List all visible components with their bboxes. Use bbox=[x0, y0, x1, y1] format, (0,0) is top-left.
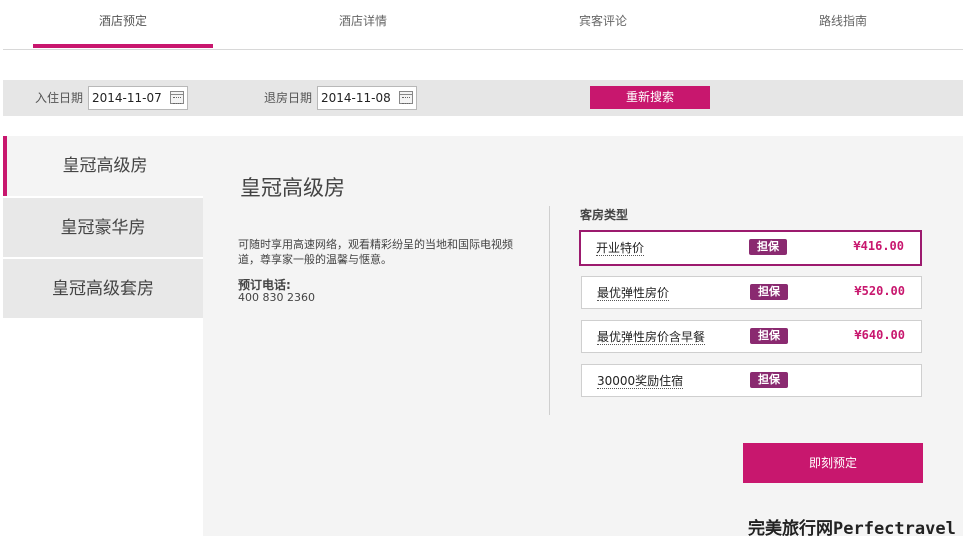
calendar-icon[interactable] bbox=[170, 91, 184, 104]
divider bbox=[549, 206, 550, 415]
rate-name[interactable]: 30000奖励住宿 bbox=[597, 374, 684, 389]
rate-option-reward-stay[interactable]: 30000奖励住宿 担保 bbox=[581, 364, 922, 397]
room-panel: 皇冠高级房 皇冠豪华房 皇冠高级套房 皇冠高级房 可随时享用高速网络，观看精彩纷… bbox=[3, 136, 963, 536]
rate-name[interactable]: 开业特价 bbox=[596, 241, 645, 256]
research-button[interactable]: 重新搜索 bbox=[590, 86, 710, 109]
guarantee-badge: 担保 bbox=[750, 328, 788, 344]
tab-hotel-booking[interactable]: 酒店预定 bbox=[33, 0, 213, 48]
checkout-label: 退房日期 bbox=[264, 91, 313, 105]
rate-name[interactable]: 最优弹性房价 bbox=[597, 286, 670, 301]
date-search-bar: 入住日期 2014-11-07 退房日期 2014-11-08 重新搜索 bbox=[3, 80, 963, 116]
rate-types-label: 客房类型 bbox=[580, 208, 629, 222]
room-description: 可随时享用高速网络，观看精彩纷呈的当地和国际电视频道，尊享家一般的温馨与惬意。 bbox=[238, 238, 513, 266]
calendar-icon[interactable] bbox=[399, 91, 413, 104]
tab-bar: 酒店预定 酒店详情 宾客评论 路线指南 bbox=[3, 0, 963, 50]
tab-hotel-details[interactable]: 酒店详情 bbox=[273, 0, 453, 48]
rate-price: ¥416.00 bbox=[853, 239, 904, 253]
checkin-date-field[interactable]: 2014-11-07 bbox=[88, 86, 188, 110]
book-now-button[interactable]: 即刻预定 bbox=[743, 443, 923, 483]
guarantee-badge: 担保 bbox=[750, 372, 788, 388]
rate-option-flexible-breakfast[interactable]: 最优弹性房价含早餐 担保 ¥640.00 bbox=[581, 320, 922, 353]
rate-option-flexible[interactable]: 最优弹性房价 担保 ¥520.00 bbox=[581, 276, 922, 309]
watermark: 完美旅行网Perfectravel bbox=[748, 519, 956, 539]
checkin-date-value: 2014-11-07 bbox=[92, 91, 162, 105]
room-title: 皇冠高级房 bbox=[240, 176, 345, 200]
checkout-date-field[interactable]: 2014-11-08 bbox=[317, 86, 417, 110]
room-tab-superior[interactable]: 皇冠高级房 bbox=[3, 136, 203, 196]
rate-name[interactable]: 最优弹性房价含早餐 bbox=[597, 330, 706, 345]
checkout-date-value: 2014-11-08 bbox=[321, 91, 391, 105]
rate-price: ¥640.00 bbox=[854, 328, 905, 342]
tab-guest-reviews[interactable]: 宾客评论 bbox=[513, 0, 693, 48]
room-tab-suite[interactable]: 皇冠高级套房 bbox=[3, 258, 203, 318]
rate-option-opening-special[interactable]: 开业特价 担保 ¥416.00 bbox=[579, 230, 922, 266]
rate-price: ¥520.00 bbox=[854, 284, 905, 298]
guarantee-badge: 担保 bbox=[750, 284, 788, 300]
tab-directions[interactable]: 路线指南 bbox=[753, 0, 933, 48]
booking-phone-number: 400 830 2360 bbox=[238, 291, 315, 304]
checkin-label: 入住日期 bbox=[35, 91, 84, 105]
room-tab-deluxe[interactable]: 皇冠豪华房 bbox=[3, 197, 203, 257]
room-list: 皇冠高级房 皇冠豪华房 皇冠高级套房 bbox=[3, 136, 203, 536]
guarantee-badge: 担保 bbox=[749, 239, 787, 255]
